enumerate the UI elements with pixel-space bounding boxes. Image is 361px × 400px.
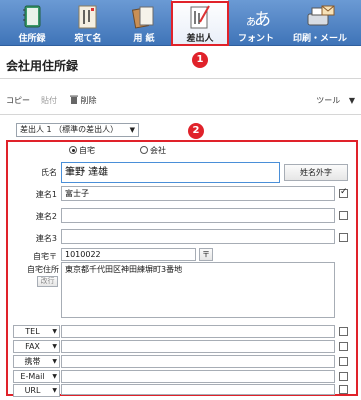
- addressee-icon: [78, 5, 97, 29]
- font-icon: ぁ あ: [245, 10, 271, 30]
- page-title: 会社用住所録: [6, 59, 79, 73]
- radio-dot: [69, 146, 77, 154]
- delete-label: 削除: [80, 96, 97, 105]
- renmei3-label: 連名3: [35, 234, 57, 243]
- postal-label: 自宅〒: [33, 252, 57, 261]
- contact-type-select[interactable]: TEL ▼: [13, 325, 60, 338]
- svg-text:あ: あ: [254, 10, 271, 30]
- address-label: 自宅住所: [27, 265, 59, 274]
- contact-checkbox-url[interactable]: [339, 385, 348, 394]
- divider: [0, 114, 361, 115]
- contact-type-select[interactable]: FAX ▼: [13, 340, 60, 353]
- tools-menu[interactable]: ツール ▼: [316, 95, 355, 106]
- chevron-down-icon: ▼: [52, 343, 57, 350]
- contact-field-fax[interactable]: [61, 340, 335, 353]
- highlight-sender-ribbon: [171, 1, 229, 46]
- name-field[interactable]: 筆野 達雄: [61, 162, 280, 183]
- contact-checkbox-email[interactable]: [339, 372, 348, 381]
- delete-button[interactable]: 削除: [70, 95, 97, 106]
- annotation-badge-1: 1: [192, 52, 208, 68]
- chevron-down-icon: ▼: [348, 96, 355, 105]
- print-mail-icon: [307, 5, 335, 26]
- contact-type-label: E-Mail: [20, 372, 45, 381]
- sender-select-value: 差出人 1 （標準の差出人）: [20, 125, 119, 134]
- ribbon-label: 宛て名: [74, 34, 102, 44]
- ribbon-label: 印刷・メール: [292, 34, 347, 44]
- contact-type-label: FAX: [25, 342, 40, 351]
- newline-button[interactable]: 改行: [37, 276, 58, 287]
- renmei2-label: 連名2: [35, 212, 57, 221]
- ribbon-print-mail-button[interactable]: 印刷・メール: [284, 0, 356, 46]
- chevron-down-icon: ▼: [52, 373, 57, 380]
- tools-label: ツール: [316, 96, 341, 105]
- ribbon-label: 住所録: [18, 34, 46, 44]
- renmei1-checkbox[interactable]: [339, 187, 348, 198]
- copy-button[interactable]: コピー: [6, 95, 30, 106]
- chevron-down-icon: ▼: [52, 358, 57, 365]
- trash-icon: [70, 95, 78, 104]
- contact-type-select[interactable]: E-Mail ▼: [13, 370, 60, 383]
- contact-type-label: URL: [24, 386, 41, 395]
- contact-field-url[interactable]: [61, 384, 335, 395]
- annotation-badge-2: 2: [188, 123, 204, 139]
- paper-icon: [131, 6, 154, 29]
- ribbon-font-button[interactable]: ぁ あ フォント: [228, 0, 284, 46]
- address-textarea[interactable]: 東京都千代田区神田練塀町3番地: [61, 262, 335, 318]
- contact-type-label: TEL: [25, 327, 40, 336]
- contact-type-label: 携帯: [24, 357, 41, 366]
- ribbon-address-book-button[interactable]: 住所録: [4, 0, 60, 46]
- ribbon-paper-button[interactable]: 用 紙: [116, 0, 172, 46]
- contact-checkbox-mobile[interactable]: [339, 357, 348, 366]
- divider: [0, 78, 361, 79]
- radio-home-label: 自宅: [79, 146, 95, 155]
- sender-select[interactable]: 差出人 1 （標準の差出人） ▼: [16, 123, 139, 137]
- contact-checkbox-tel[interactable]: [339, 327, 348, 336]
- renmei2-field[interactable]: [61, 208, 335, 223]
- contact-field-email[interactable]: [61, 370, 335, 383]
- paste-button[interactable]: 貼付: [41, 95, 57, 106]
- radio-dot: [140, 146, 148, 154]
- renmei3-field[interactable]: [61, 229, 335, 244]
- renmei1-field[interactable]: 富士子: [61, 186, 335, 201]
- chevron-down-icon: ▼: [52, 387, 57, 394]
- chevron-down-icon: ▼: [129, 126, 135, 134]
- ribbon-label: フォント: [237, 34, 274, 44]
- renmei3-checkbox[interactable]: [339, 233, 348, 242]
- chevron-down-icon: ▼: [52, 328, 57, 335]
- postal-lookup-button[interactable]: 〒: [199, 248, 213, 261]
- contact-checkbox-fax[interactable]: [339, 342, 348, 351]
- renmei1-label: 連名1: [35, 190, 57, 199]
- name-gaiji-button[interactable]: 姓名外字: [284, 164, 348, 181]
- renmei2-checkbox[interactable]: [339, 211, 348, 220]
- contact-field-tel[interactable]: [61, 325, 335, 338]
- radio-company[interactable]: 会社: [140, 145, 166, 156]
- postal-field[interactable]: 1010022: [61, 248, 196, 261]
- address-book-icon: [23, 5, 41, 28]
- contact-type-select[interactable]: URL ▼: [13, 384, 60, 397]
- contact-field-mobile[interactable]: [61, 355, 335, 368]
- ribbon-label: 用 紙: [133, 34, 155, 44]
- name-label: 氏名: [41, 168, 57, 177]
- ribbon-addressee-button[interactable]: 宛て名: [60, 0, 116, 46]
- contact-type-select[interactable]: 携帯 ▼: [13, 355, 60, 368]
- radio-home[interactable]: 自宅: [69, 145, 95, 156]
- radio-company-label: 会社: [150, 146, 166, 155]
